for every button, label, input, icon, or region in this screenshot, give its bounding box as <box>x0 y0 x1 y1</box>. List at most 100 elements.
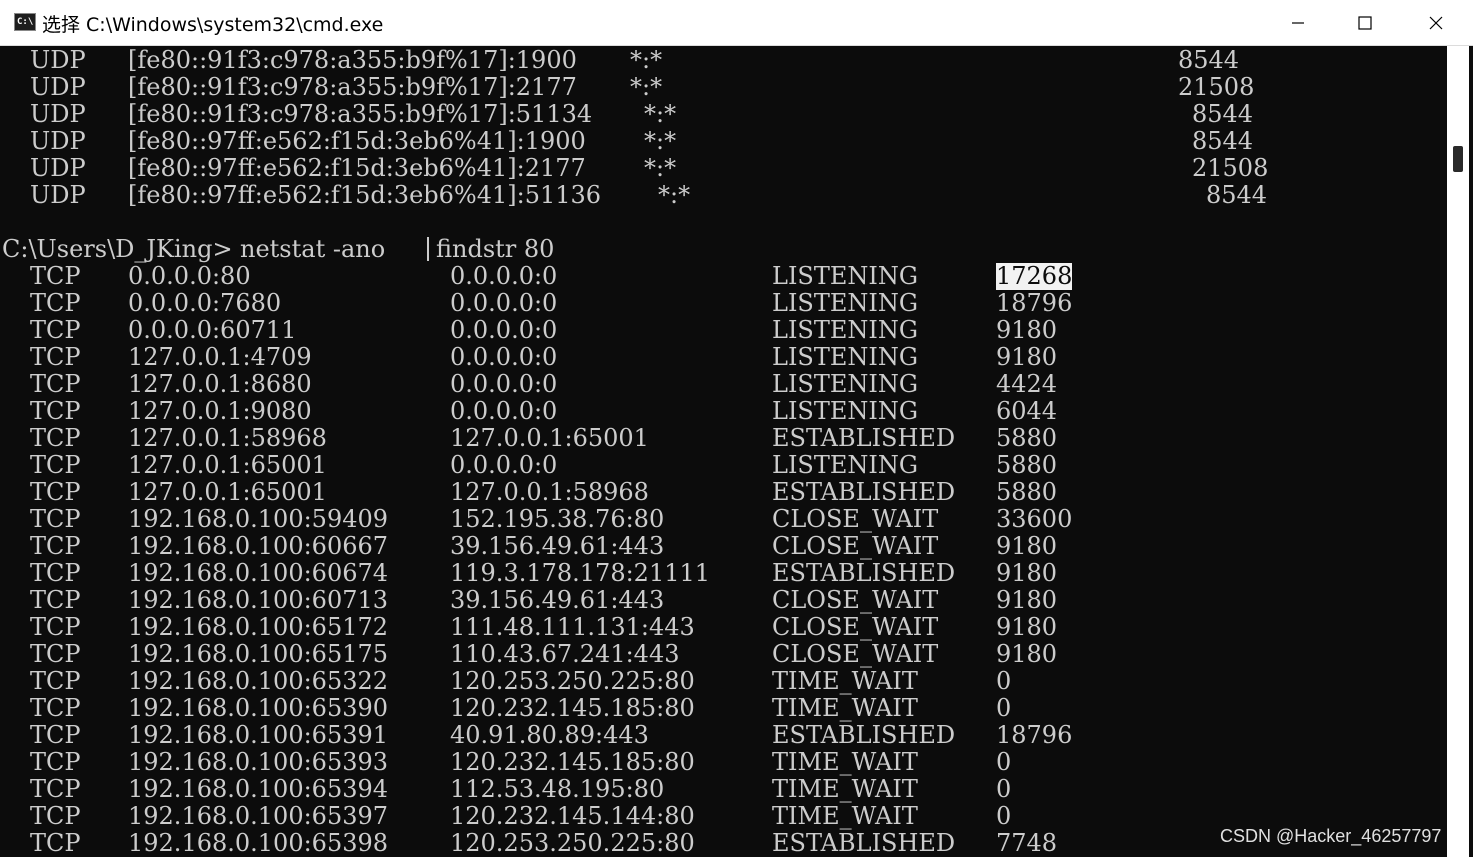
proto-cell: TCP <box>30 640 81 668</box>
foreign-address-cell: 111.48.111.131:443 <box>450 613 695 641</box>
foreign-address-cell: *:* <box>630 46 663 74</box>
local-address-cell: 0.0.0.0:80 <box>128 262 251 290</box>
pid-cell: 0 <box>996 802 1012 830</box>
foreign-address-cell: 120.232.145.144:80 <box>450 802 695 830</box>
state-cell: CLOSE_WAIT <box>772 586 939 614</box>
local-address-cell: 127.0.0.1:4709 <box>128 343 312 371</box>
foreign-address-cell: 0.0.0.0:0 <box>450 316 558 344</box>
pid-cell: 9180 <box>996 316 1058 344</box>
pid-cell: 4424 <box>996 370 1058 398</box>
proto-cell: TCP <box>30 451 81 479</box>
local-address-cell: 192.168.0.100:65175 <box>128 640 389 668</box>
state-cell: LISTENING <box>772 451 919 479</box>
pid-cell: 8544 <box>1206 181 1268 209</box>
pid-cell: 0 <box>996 694 1012 722</box>
maximize-button[interactable] <box>1330 0 1400 45</box>
title-bar[interactable]: C:\ 选择 C:\Windows\system32\cmd.exe <box>0 0 1473 46</box>
proto-cell: TCP <box>30 748 81 776</box>
state-cell: LISTENING <box>772 397 919 425</box>
pid-cell: 8544 <box>1192 127 1254 155</box>
state-cell: LISTENING <box>772 262 919 290</box>
proto-cell: TCP <box>30 343 81 371</box>
foreign-address-cell: *:* <box>644 127 677 155</box>
close-button[interactable] <box>1401 0 1471 45</box>
proto-cell: UDP <box>30 181 86 209</box>
state-cell: TIME_WAIT <box>772 802 918 830</box>
foreign-address-cell: 127.0.0.1:65001 <box>450 424 649 452</box>
local-address-cell: [fe80::97ff:e562:f15d:3eb6%41]:2177 <box>128 154 586 182</box>
state-cell: ESTABLISHED <box>772 829 956 857</box>
proto-cell: TCP <box>30 694 81 722</box>
pid-cell: 0 <box>996 667 1012 695</box>
proto-cell: TCP <box>30 262 81 290</box>
cmd-console-icon[interactable]: C:\ <box>14 13 36 31</box>
foreign-address-cell: 0.0.0.0:0 <box>450 289 558 317</box>
minimize-button[interactable] <box>1263 0 1333 45</box>
local-address-cell: [fe80::97ff:e562:f15d:3eb6%41]:51136 <box>128 181 602 209</box>
state-cell: CLOSE_WAIT <box>772 613 939 641</box>
pid-cell: 33600 <box>996 505 1073 533</box>
local-address-cell: 127.0.0.1:65001 <box>128 478 327 506</box>
foreign-address-cell: *:* <box>644 154 677 182</box>
local-address-cell: [fe80::97ff:e562:f15d:3eb6%41]:1900 <box>128 127 586 155</box>
console-output[interactable]: UDP [fe80::91f3:c978:a355:b9f%17]:1900 *:*… <box>2 46 1443 857</box>
proto-cell: UDP <box>30 127 86 155</box>
foreign-address-cell: 120.232.145.185:80 <box>450 748 695 776</box>
state-cell: TIME_WAIT <box>772 775 918 803</box>
pid-cell: 5880 <box>996 478 1058 506</box>
foreign-address-cell: 120.232.145.185:80 <box>450 694 695 722</box>
foreign-address-cell: 0.0.0.0:0 <box>450 262 558 290</box>
pid-cell: 9180 <box>996 613 1058 641</box>
foreign-address-cell: 119.3.178.178:21111 <box>450 559 711 587</box>
local-address-cell: 192.168.0.100:59409 <box>128 505 389 533</box>
proto-cell: UDP <box>30 100 86 128</box>
pid-cell: 7748 <box>996 829 1058 857</box>
state-cell: ESTABLISHED <box>772 559 956 587</box>
foreign-address-cell: 120.253.250.225:80 <box>450 829 695 857</box>
local-address-cell: 127.0.0.1:58968 <box>128 424 327 452</box>
proto-cell: TCP <box>30 370 81 398</box>
scrollbar-thumb[interactable] <box>1453 146 1463 172</box>
proto-cell: TCP <box>30 802 81 830</box>
pid-cell: 0 <box>996 775 1012 803</box>
foreign-address-cell: 0.0.0.0:0 <box>450 370 558 398</box>
close-icon <box>1429 16 1443 29</box>
pid-cell: 9180 <box>996 640 1058 668</box>
pid-cell: 8544 <box>1178 46 1240 74</box>
pid-cell: 9180 <box>996 343 1058 371</box>
foreign-address-cell: 152.195.38.76:80 <box>450 505 665 533</box>
foreign-address-cell: *:* <box>644 100 677 128</box>
local-address-cell: 192.168.0.100:65391 <box>128 721 389 749</box>
foreign-address-cell: 0.0.0.0:0 <box>450 397 558 425</box>
proto-cell: TCP <box>30 775 81 803</box>
local-address-cell: 192.168.0.100:65398 <box>128 829 389 857</box>
local-address-cell: 192.168.0.100:60667 <box>128 532 389 560</box>
state-cell: CLOSE_WAIT <box>772 532 939 560</box>
foreign-address-cell: 0.0.0.0:0 <box>450 451 558 479</box>
pid-cell: 5880 <box>996 424 1058 452</box>
state-cell: TIME_WAIT <box>772 667 918 695</box>
local-address-cell: 192.168.0.100:60713 <box>128 586 389 614</box>
state-cell: ESTABLISHED <box>772 424 956 452</box>
local-address-cell: 192.168.0.100:65393 <box>128 748 389 776</box>
foreign-address-cell: 0.0.0.0:0 <box>450 343 558 371</box>
pid-cell: 8544 <box>1192 100 1254 128</box>
local-address-cell: 127.0.0.1:65001 <box>128 451 327 479</box>
state-cell: ESTABLISHED <box>772 721 956 749</box>
proto-cell: TCP <box>30 289 81 317</box>
pid-cell: 9180 <box>996 559 1058 587</box>
foreign-address-cell: 127.0.0.1:58968 <box>450 478 649 506</box>
pid-cell: 9180 <box>996 532 1058 560</box>
state-cell: TIME_WAIT <box>772 748 918 776</box>
window-title: 选择 C:\Windows\system32\cmd.exe <box>42 14 384 36</box>
local-address-cell: 0.0.0.0:60711 <box>128 316 297 344</box>
local-address-cell: 192.168.0.100:65394 <box>128 775 389 803</box>
command-text: netstat -ano <box>240 235 393 263</box>
proto-cell: TCP <box>30 613 81 641</box>
local-address-cell: 192.168.0.100:65390 <box>128 694 389 722</box>
proto-cell: TCP <box>30 316 81 344</box>
state-cell: LISTENING <box>772 370 919 398</box>
state-cell: CLOSE_WAIT <box>772 505 939 533</box>
foreign-address-cell: 112.53.48.195:80 <box>450 775 665 803</box>
proto-cell: TCP <box>30 586 81 614</box>
